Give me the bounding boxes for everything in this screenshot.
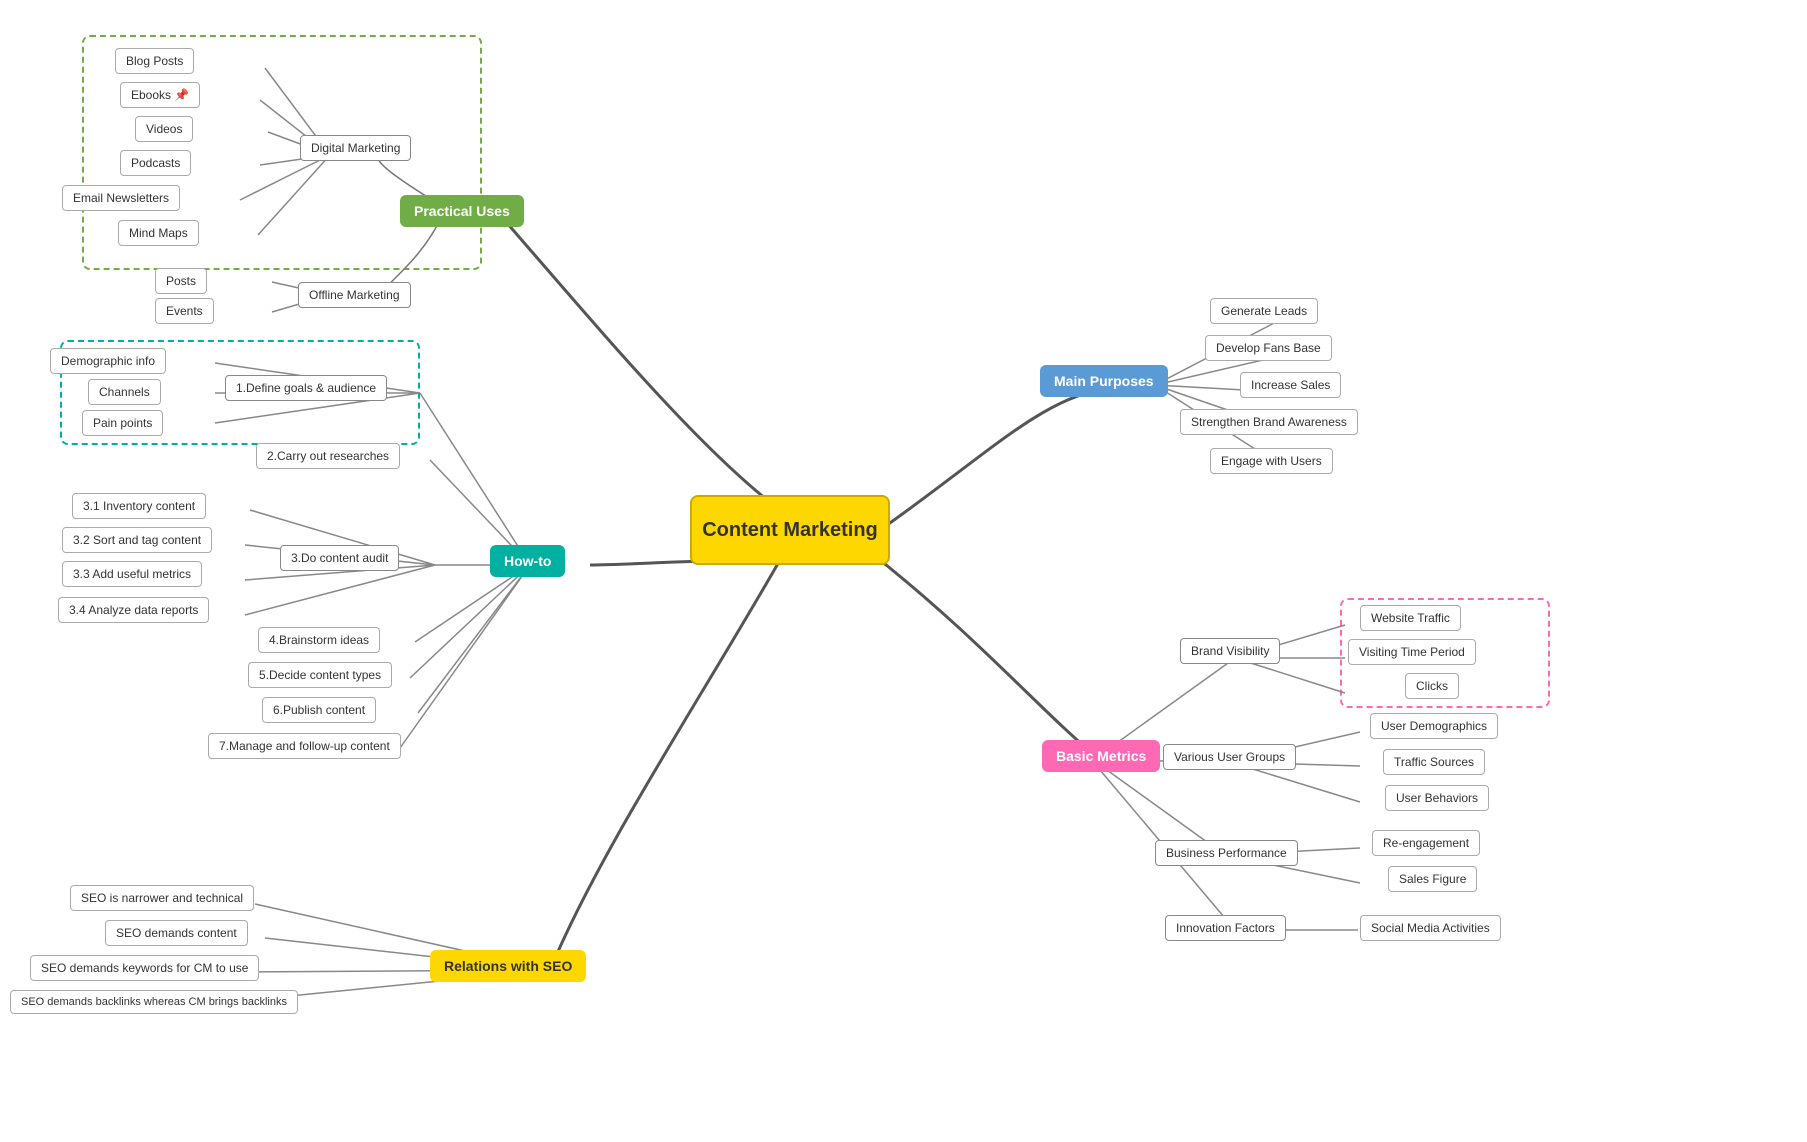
user-demographics-node[interactable]: User Demographics [1370, 713, 1498, 739]
seo-backlinks-node[interactable]: SEO demands backlinks whereas CM brings … [10, 990, 298, 1014]
posts-node[interactable]: Posts [155, 268, 207, 294]
clicks-node[interactable]: Clicks [1405, 673, 1459, 699]
center-node[interactable]: Content Marketing [690, 495, 890, 565]
various-user-groups-node[interactable]: Various User Groups [1163, 744, 1296, 770]
basic-metrics-label: Basic Metrics [1056, 748, 1146, 764]
offline-marketing-node[interactable]: Offline Marketing [298, 282, 411, 308]
strengthen-brand-node[interactable]: Strengthen Brand Awareness [1180, 409, 1358, 435]
channels-node[interactable]: Channels [88, 379, 161, 405]
center-label: Content Marketing [702, 519, 878, 542]
seo-demands-node[interactable]: SEO demands content [105, 920, 248, 946]
engage-users-node[interactable]: Engage with Users [1210, 448, 1333, 474]
mindmap-container: Content Marketing Practical Uses How-to … [0, 0, 1807, 1142]
reengagement-node[interactable]: Re-engagement [1372, 830, 1480, 856]
user-behaviors-node[interactable]: User Behaviors [1385, 785, 1489, 811]
develop-fans-node[interactable]: Develop Fans Base [1205, 335, 1332, 361]
increase-sales-node[interactable]: Increase Sales [1240, 372, 1341, 398]
mind-maps-node[interactable]: Mind Maps [118, 220, 199, 246]
publish-node[interactable]: 6.Publish content [262, 697, 376, 723]
sales-figure-node[interactable]: Sales Figure [1388, 866, 1477, 892]
seo-narrower-node[interactable]: SEO is narrower and technical [70, 885, 254, 911]
practical-uses-label: Practical Uses [414, 203, 510, 219]
blog-posts-node[interactable]: Blog Posts [115, 48, 194, 74]
do-content-audit-node[interactable]: 3.Do content audit [280, 545, 399, 571]
main-purposes-label: Main Purposes [1054, 373, 1154, 389]
relations-seo-label: Relations with SEO [444, 958, 572, 974]
demographic-info-node[interactable]: Demographic info [50, 348, 166, 374]
sort-tag-node[interactable]: 3.2 Sort and tag content [62, 527, 212, 553]
how-to-branch[interactable]: How-to [490, 545, 565, 577]
seo-keywords-node[interactable]: SEO demands keywords for CM to use [30, 955, 259, 981]
carry-out-node[interactable]: 2.Carry out researches [256, 443, 400, 469]
decide-content-node[interactable]: 5.Decide content types [248, 662, 392, 688]
manage-node[interactable]: 7.Manage and follow-up content [208, 733, 401, 759]
traffic-sources-node[interactable]: Traffic Sources [1383, 749, 1485, 775]
relations-seo-branch[interactable]: Relations with SEO [430, 950, 586, 982]
add-metrics-node[interactable]: 3.3 Add useful metrics [62, 561, 202, 587]
practical-uses-branch[interactable]: Practical Uses [400, 195, 524, 227]
basic-metrics-branch[interactable]: Basic Metrics [1042, 740, 1160, 772]
events-node[interactable]: Events [155, 298, 214, 324]
business-performance-node[interactable]: Business Performance [1155, 840, 1298, 866]
how-to-label: How-to [504, 553, 551, 569]
podcasts-node[interactable]: Podcasts [120, 150, 191, 176]
website-traffic-node[interactable]: Website Traffic [1360, 605, 1461, 631]
analyze-data-node[interactable]: 3.4 Analyze data reports [58, 597, 209, 623]
generate-leads-node[interactable]: Generate Leads [1210, 298, 1318, 324]
videos-node[interactable]: Videos [135, 116, 193, 142]
email-newsletters-node[interactable]: Email Newsletters [62, 185, 180, 211]
brand-visibility-node[interactable]: Brand Visibility [1180, 638, 1280, 664]
inv-content-node[interactable]: 3.1 Inventory content [72, 493, 206, 519]
social-media-node[interactable]: Social Media Activities [1360, 915, 1501, 941]
ebooks-node[interactable]: Ebooks 📌 [120, 82, 200, 108]
main-purposes-branch[interactable]: Main Purposes [1040, 365, 1168, 397]
pain-points-node[interactable]: Pain points [82, 410, 163, 436]
digital-marketing-node[interactable]: Digital Marketing [300, 135, 411, 161]
innovation-factors-node[interactable]: Innovation Factors [1165, 915, 1286, 941]
define-goals-node[interactable]: 1.Define goals & audience [225, 375, 387, 401]
brainstorm-node[interactable]: 4.Brainstorm ideas [258, 627, 380, 653]
visiting-time-node[interactable]: Visiting Time Period [1348, 639, 1476, 665]
